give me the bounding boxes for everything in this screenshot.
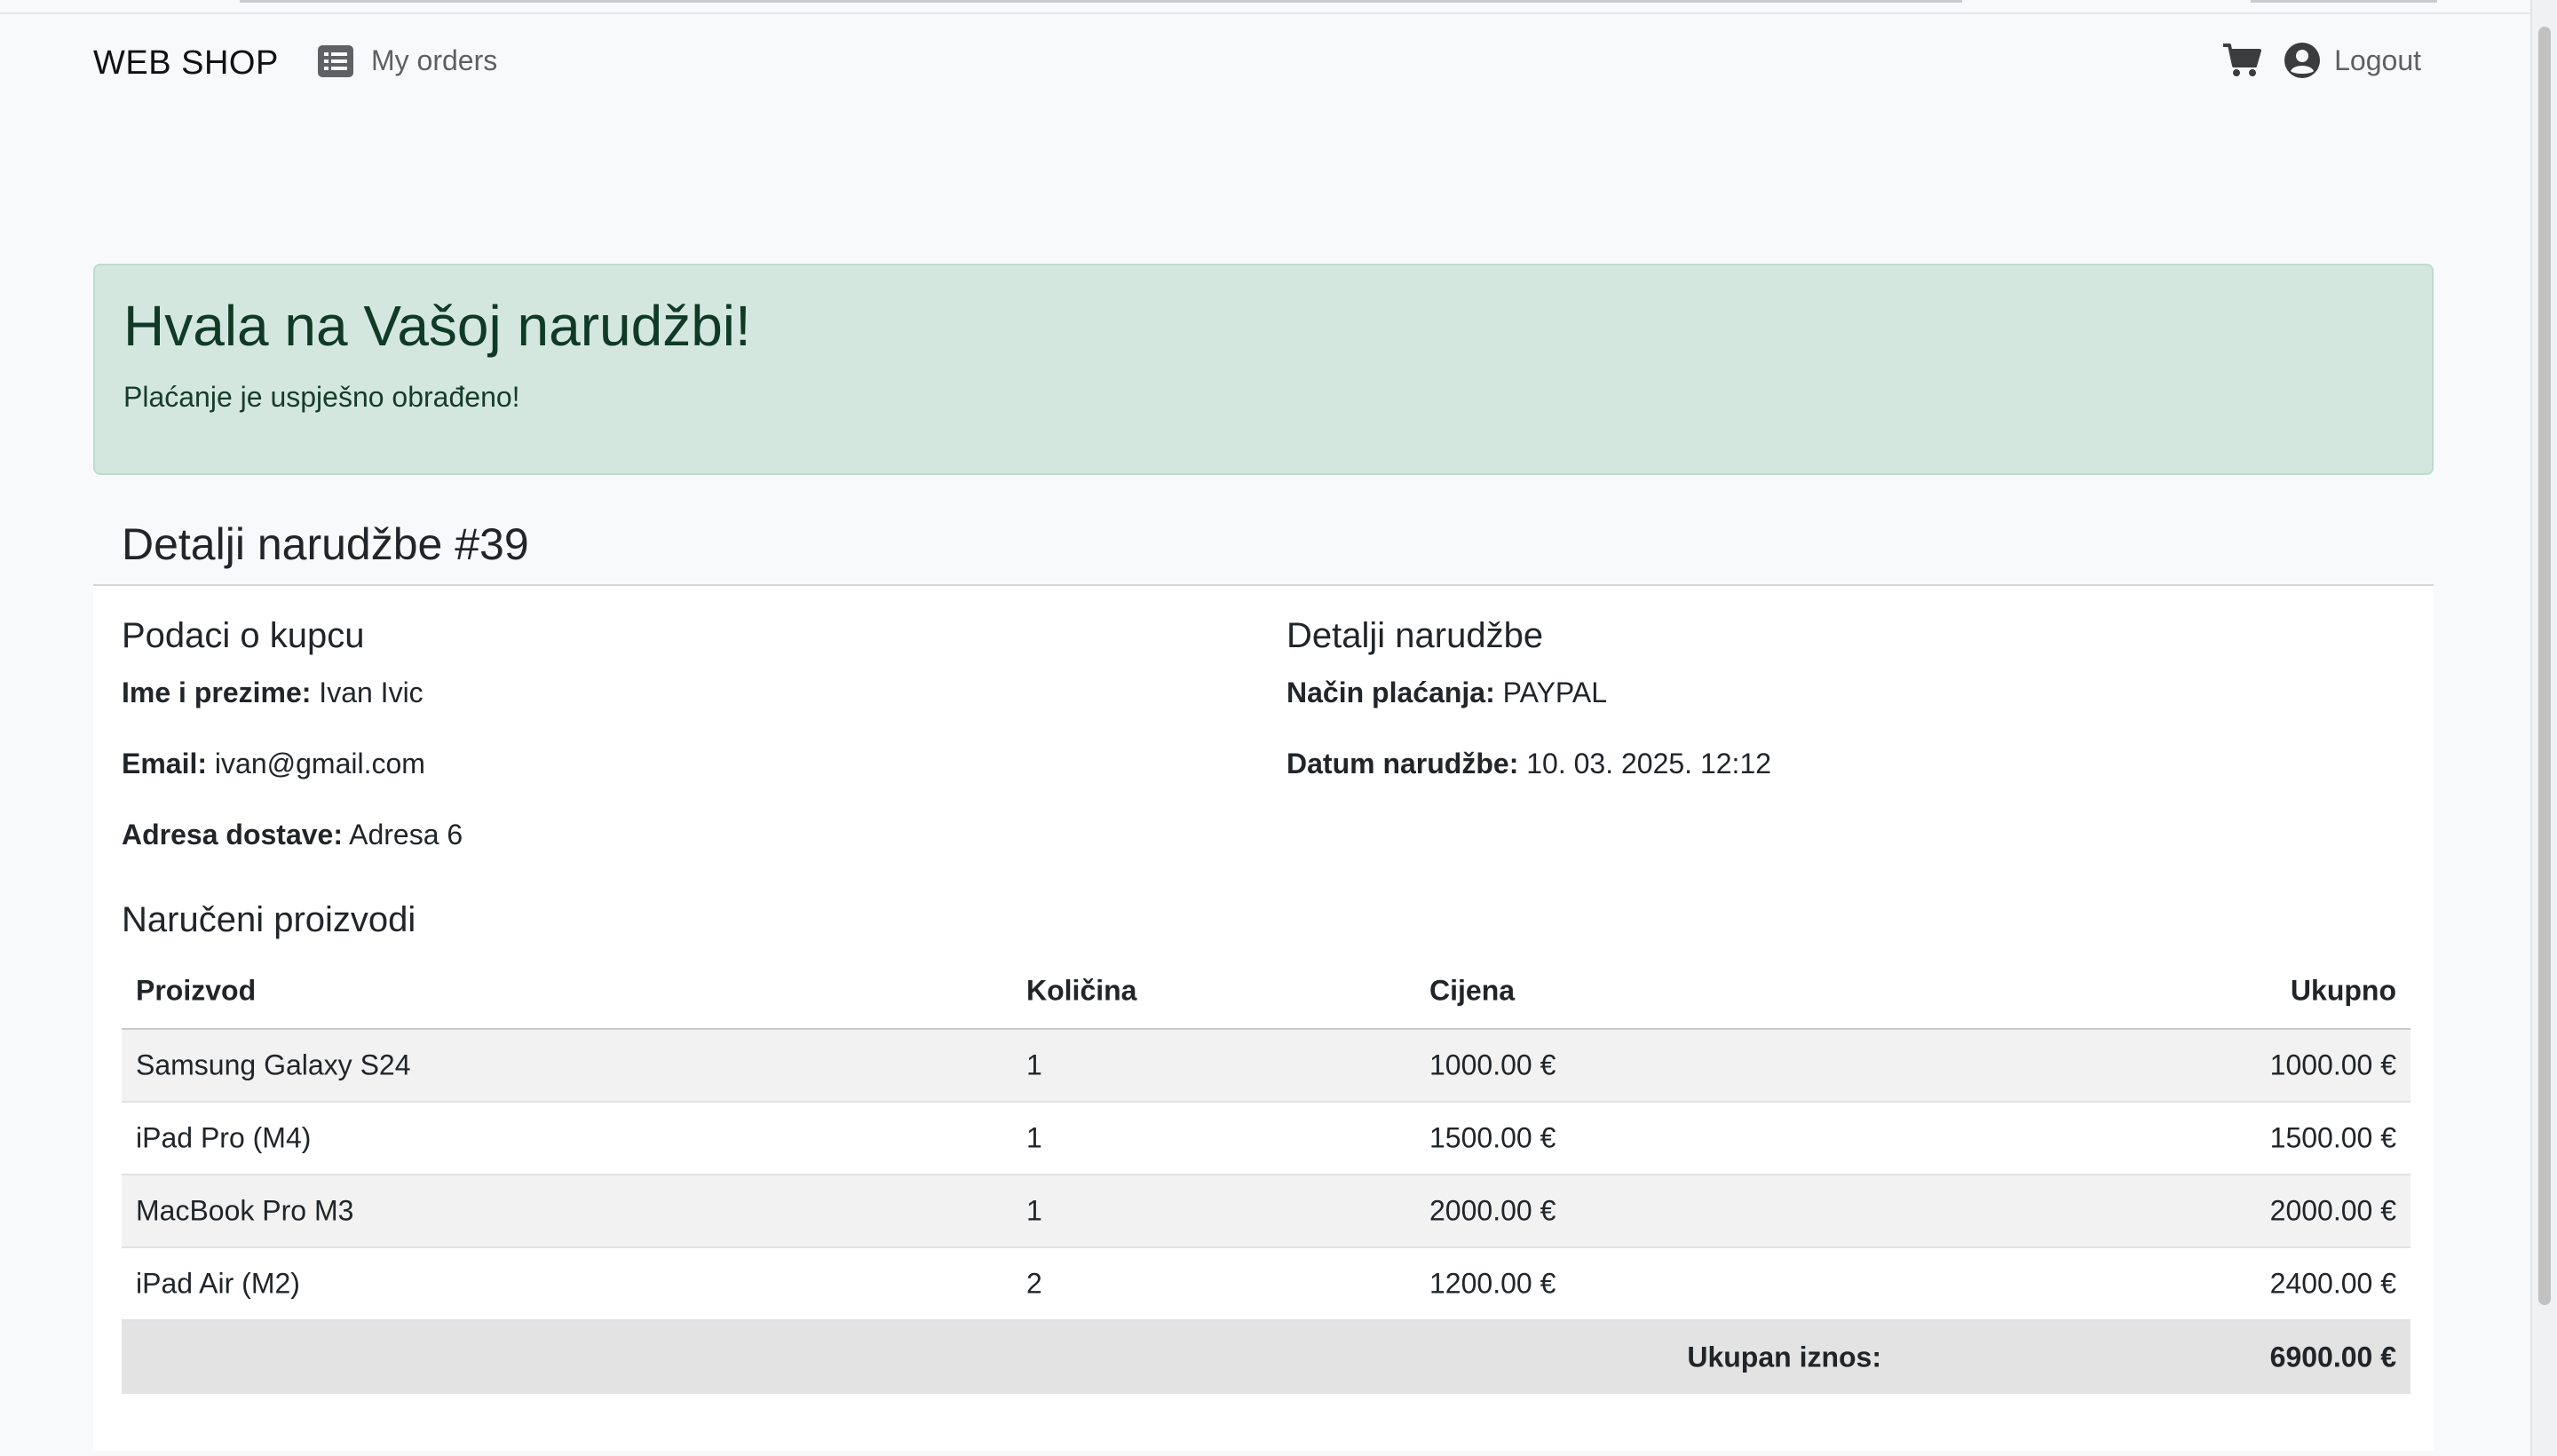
product-price: 2000.00 € [1429,1194,1556,1227]
products-section-title: Naručeni proizvodi [122,900,416,939]
alert-message: Plaćanje je uspješno obrađeno! [123,381,520,413]
top-strip-segment [2251,0,2437,3]
product-total: 1000.00 € [2269,1048,2396,1081]
customer-email-value: ivan@gmail.com [214,748,425,779]
payment-method-label: Način plaćanja: [1286,677,1495,708]
customer-email: Email: ivan@gmail.com [122,748,425,780]
order-total-value: 6900.00 € [2269,1341,2396,1373]
column-header-price: Cijena [1429,974,1516,1007]
table-row: iPad Pro (M4) 1 1500.00 € 1500.00 € [122,1103,2411,1175]
order-date: Datum narudžbe: 10. 03. 2025. 12:12 [1286,748,1771,780]
order-date-value: 10. 03. 2025. 12:12 [1526,748,1772,779]
order-details-section-title: Detalji narudžbe [1286,616,1544,655]
product-price: 1200.00 € [1429,1267,1556,1300]
payment-method: Način plaćanja: PAYPAL [1286,677,1607,709]
brand-logo[interactable]: WEB SHOP [93,44,279,83]
product-quantity: 1 [1026,1194,1042,1227]
product-name: MacBook Pro M3 [136,1194,354,1227]
product-name: iPad Pro (M4) [136,1121,312,1154]
product-quantity: 1 [1026,1048,1042,1081]
column-header-product: Proizvod [136,974,257,1007]
column-header-total: Ukupno [2290,974,2396,1007]
payment-method-value: PAYPAL [1502,677,1608,708]
table-row: iPad Air (M2) 2 1200.00 € 2400.00 € [122,1248,2411,1321]
products-table: Proizvod Količina Cijena Ukupno Samsung … [122,954,2411,1394]
customer-name: Ime i prezime: Ivan Ivic [122,677,424,709]
table-row: Samsung Galaxy S24 1 1000.00 € 1000.00 € [122,1030,2411,1103]
table-header-row: Proizvod Količina Cijena Ukupno [122,954,2411,1030]
order-title: Detalji narudžbe #39 [122,519,529,569]
product-name: Samsung Galaxy S24 [136,1048,411,1081]
top-strip-segment [240,0,1962,3]
product-total: 2400.00 € [2269,1267,2396,1300]
product-price: 1500.00 € [1429,1121,1556,1154]
card-header: Detalji narudžbe #39 [93,497,2434,586]
scrollbar-thumb[interactable] [2538,27,2551,1305]
logout-label: Logout [2334,44,2421,76]
product-quantity: 1 [1026,1121,1042,1154]
navbar: WEB SHOP My orders Logout [0,14,2532,119]
success-alert: Hvala na Vašoj narudžbi! Plaćanje je usp… [93,264,2434,475]
my-orders-label: My orders [371,44,498,76]
order-date-label: Datum narudžbe: [1286,748,1519,779]
product-total: 2000.00 € [2269,1194,2396,1227]
product-price: 1000.00 € [1429,1048,1556,1081]
column-header-quantity: Količina [1026,974,1137,1007]
customer-name-label: Ime i prezime: [122,677,312,708]
table-row: MacBook Pro M3 1 2000.00 € 2000.00 € [122,1175,2411,1248]
customer-address-label: Adresa dostave: [122,819,343,851]
user-circle-icon [2284,43,2321,78]
customer-name-value: Ivan Ivic [319,677,424,708]
list-icon [318,44,353,77]
nav-my-orders-link[interactable]: My orders [318,44,497,77]
product-quantity: 2 [1026,1267,1042,1300]
order-total-label: Ukupan iznos: [1687,1341,1881,1373]
browser-top-strip [0,0,2532,14]
product-total: 1500.00 € [2269,1121,2396,1154]
logout-button[interactable]: Logout [2284,43,2421,78]
page-scrollbar[interactable] [2530,0,2557,1456]
table-total-row: Ukupan iznos: 6900.00 € [122,1321,2411,1394]
cart-icon[interactable] [2222,43,2262,78]
alert-title: Hvala na Vašoj narudžbi! [123,294,751,358]
nav-right-group: Logout [2222,43,2421,78]
customer-address-value: Adresa 6 [349,819,463,851]
customer-address: Adresa dostave: Adresa 6 [122,819,463,851]
customer-email-label: Email: [122,748,208,779]
product-name: iPad Air (M2) [136,1267,300,1300]
customer-section-title: Podaci o kupcu [122,616,365,655]
